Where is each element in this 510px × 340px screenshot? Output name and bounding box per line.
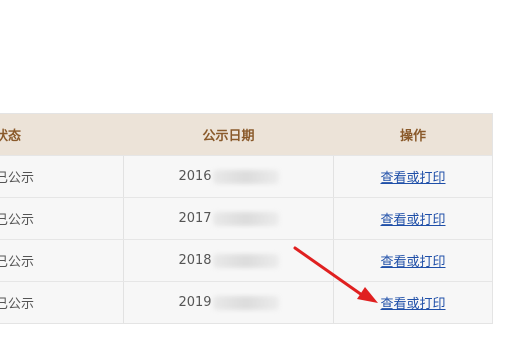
date-cell: 2016 (123, 156, 334, 197)
view-or-print-link[interactable]: 查看或打印 (380, 251, 445, 270)
status-text: 已公示 (0, 171, 35, 186)
table-row: 已公示 2016 查看或打印 (0, 155, 492, 197)
date-header: 公示日期 (202, 129, 255, 144)
date-header-cell: 公示日期 (123, 114, 334, 155)
action-cell: 查看或打印 (334, 156, 492, 197)
action-header-cell: 操作 (334, 114, 492, 155)
status-header-cell: 状态 (0, 114, 123, 155)
date-cell: 2017 (123, 198, 334, 239)
date-year: 2018 (178, 253, 212, 268)
date-year: 2016 (178, 169, 212, 184)
status-cell: 已公示 (0, 198, 123, 239)
table-header-row: 状态 公示日期 操作 (0, 114, 492, 155)
date-cell: 2018 (123, 240, 334, 281)
action-cell: 查看或打印 (334, 198, 492, 239)
date-value: 2017 (178, 211, 279, 226)
table-row: 已公示 2017 查看或打印 (0, 197, 492, 239)
table-row: 已公示 2019 查看或打印 (0, 281, 492, 323)
date-value: 2018 (178, 253, 279, 268)
action-cell: 查看或打印 (334, 282, 492, 323)
blurred-date-rest (212, 253, 279, 268)
date-value: 2019 (178, 295, 279, 310)
status-header: 状态 (0, 129, 22, 144)
status-cell: 已公示 (0, 282, 123, 323)
view-or-print-link[interactable]: 查看或打印 (380, 167, 445, 186)
blurred-date-rest (212, 295, 279, 310)
date-year: 2017 (178, 211, 212, 226)
page: 状态 公示日期 操作 已公示 2016 查看或打印 已公示 2017 查看或打印… (0, 0, 510, 340)
blurred-date-rest (212, 211, 279, 226)
view-or-print-link[interactable]: 查看或打印 (380, 209, 445, 228)
blurred-date-rest (212, 169, 279, 184)
date-cell: 2019 (123, 282, 334, 323)
action-cell: 查看或打印 (334, 240, 492, 281)
status-text: 已公示 (0, 297, 35, 312)
status-cell: 已公示 (0, 156, 123, 197)
date-year: 2019 (178, 295, 212, 310)
status-text: 已公示 (0, 255, 35, 270)
status-cell: 已公示 (0, 240, 123, 281)
date-value: 2016 (178, 169, 279, 184)
status-text: 已公示 (0, 213, 35, 228)
table-row: 已公示 2018 查看或打印 (0, 239, 492, 281)
announcement-table: 状态 公示日期 操作 已公示 2016 查看或打印 已公示 2017 查看或打印… (0, 113, 493, 324)
view-or-print-link[interactable]: 查看或打印 (380, 293, 445, 312)
action-header: 操作 (399, 129, 426, 144)
